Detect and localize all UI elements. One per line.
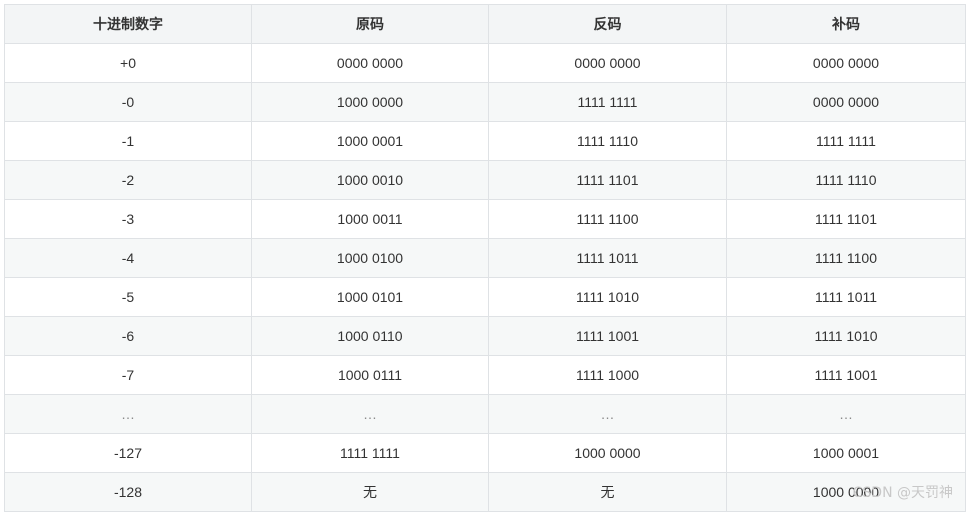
cell-ones-complement: 1111 1001 (488, 316, 727, 356)
header-twos-complement: 补码 (726, 4, 966, 44)
table-row: -0 1000 0000 1111 1111 0000 0000 (4, 82, 966, 122)
table-row: -3 1000 0011 1111 1100 1111 1101 (4, 199, 966, 239)
cell-twos-complement: 1111 1101 (726, 199, 966, 239)
table-row: -1 1000 0001 1111 1110 1111 1111 (4, 121, 966, 161)
cell-twos-complement: 0000 0000 (726, 43, 966, 83)
cell-decimal: -6 (4, 316, 252, 356)
table-row: -7 1000 0111 1111 1000 1111 1001 (4, 355, 966, 395)
table-row: -5 1000 0101 1111 1010 1111 1011 (4, 277, 966, 317)
cell-sign-magnitude: 1000 0111 (251, 355, 489, 395)
cell-sign-magnitude: … (251, 394, 489, 434)
cell-decimal: -127 (4, 433, 252, 473)
cell-sign-magnitude: 1000 0000 (251, 82, 489, 122)
cell-twos-complement: 1111 1010 (726, 316, 966, 356)
cell-ones-complement: 0000 0000 (488, 43, 727, 83)
cell-sign-magnitude: 1000 0001 (251, 121, 489, 161)
cell-decimal: -3 (4, 199, 252, 239)
cell-twos-complement: 1111 1011 (726, 277, 966, 317)
cell-twos-complement: 1111 1100 (726, 238, 966, 278)
cell-twos-complement: 1111 1111 (726, 121, 966, 161)
cell-twos-complement: 1111 1110 (726, 160, 966, 200)
table-row: +0 0000 0000 0000 0000 0000 0000 (4, 43, 966, 83)
cell-ones-complement: 1000 0000 (488, 433, 727, 473)
cell-ones-complement: 1111 1010 (488, 277, 727, 317)
cell-sign-magnitude: 1000 0010 (251, 160, 489, 200)
cell-sign-magnitude: 1000 0101 (251, 277, 489, 317)
table-row: -6 1000 0110 1111 1001 1111 1010 (4, 316, 966, 356)
cell-decimal: -4 (4, 238, 252, 278)
cell-twos-complement: 0000 0000 (726, 82, 966, 122)
cell-ones-complement: 1111 1000 (488, 355, 727, 395)
table-row: -128 无 无 1000 0000 (4, 472, 966, 512)
cell-ones-complement: 1111 1111 (488, 82, 727, 122)
cell-ones-complement: … (488, 394, 727, 434)
cell-ones-complement: 1111 1011 (488, 238, 727, 278)
cell-sign-magnitude: 1111 1111 (251, 433, 489, 473)
cell-twos-complement: 1000 0000 (726, 472, 966, 512)
cell-decimal: -1 (4, 121, 252, 161)
cell-decimal: … (4, 394, 252, 434)
cell-sign-magnitude: 1000 0011 (251, 199, 489, 239)
cell-sign-magnitude: 1000 0110 (251, 316, 489, 356)
cell-decimal: -0 (4, 82, 252, 122)
encoding-table-container: 十进制数字 原码 反码 补码 +0 0000 0000 0000 0000 00… (4, 4, 966, 512)
cell-ones-complement: 1111 1101 (488, 160, 727, 200)
cell-sign-magnitude: 0000 0000 (251, 43, 489, 83)
encoding-table: 十进制数字 原码 反码 补码 +0 0000 0000 0000 0000 00… (4, 4, 966, 512)
cell-decimal: -2 (4, 160, 252, 200)
cell-twos-complement: … (726, 394, 966, 434)
cell-ones-complement: 1111 1110 (488, 121, 727, 161)
cell-twos-complement: 1111 1001 (726, 355, 966, 395)
cell-decimal: -7 (4, 355, 252, 395)
cell-sign-magnitude: 1000 0100 (251, 238, 489, 278)
cell-decimal: -128 (4, 472, 252, 512)
table-row: -4 1000 0100 1111 1011 1111 1100 (4, 238, 966, 278)
cell-ones-complement: 1111 1100 (488, 199, 727, 239)
header-ones-complement: 反码 (488, 4, 727, 44)
cell-ones-complement: 无 (488, 472, 727, 512)
table-header-row: 十进制数字 原码 反码 补码 (4, 4, 966, 44)
cell-decimal: -5 (4, 277, 252, 317)
header-decimal: 十进制数字 (4, 4, 252, 44)
cell-twos-complement: 1000 0001 (726, 433, 966, 473)
table-row: -2 1000 0010 1111 1101 1111 1110 (4, 160, 966, 200)
header-sign-magnitude: 原码 (251, 4, 489, 44)
table-row-ellipsis: … … … … (4, 394, 966, 434)
cell-decimal: +0 (4, 43, 252, 83)
table-row: -127 1111 1111 1000 0000 1000 0001 (4, 433, 966, 473)
cell-sign-magnitude: 无 (251, 472, 489, 512)
